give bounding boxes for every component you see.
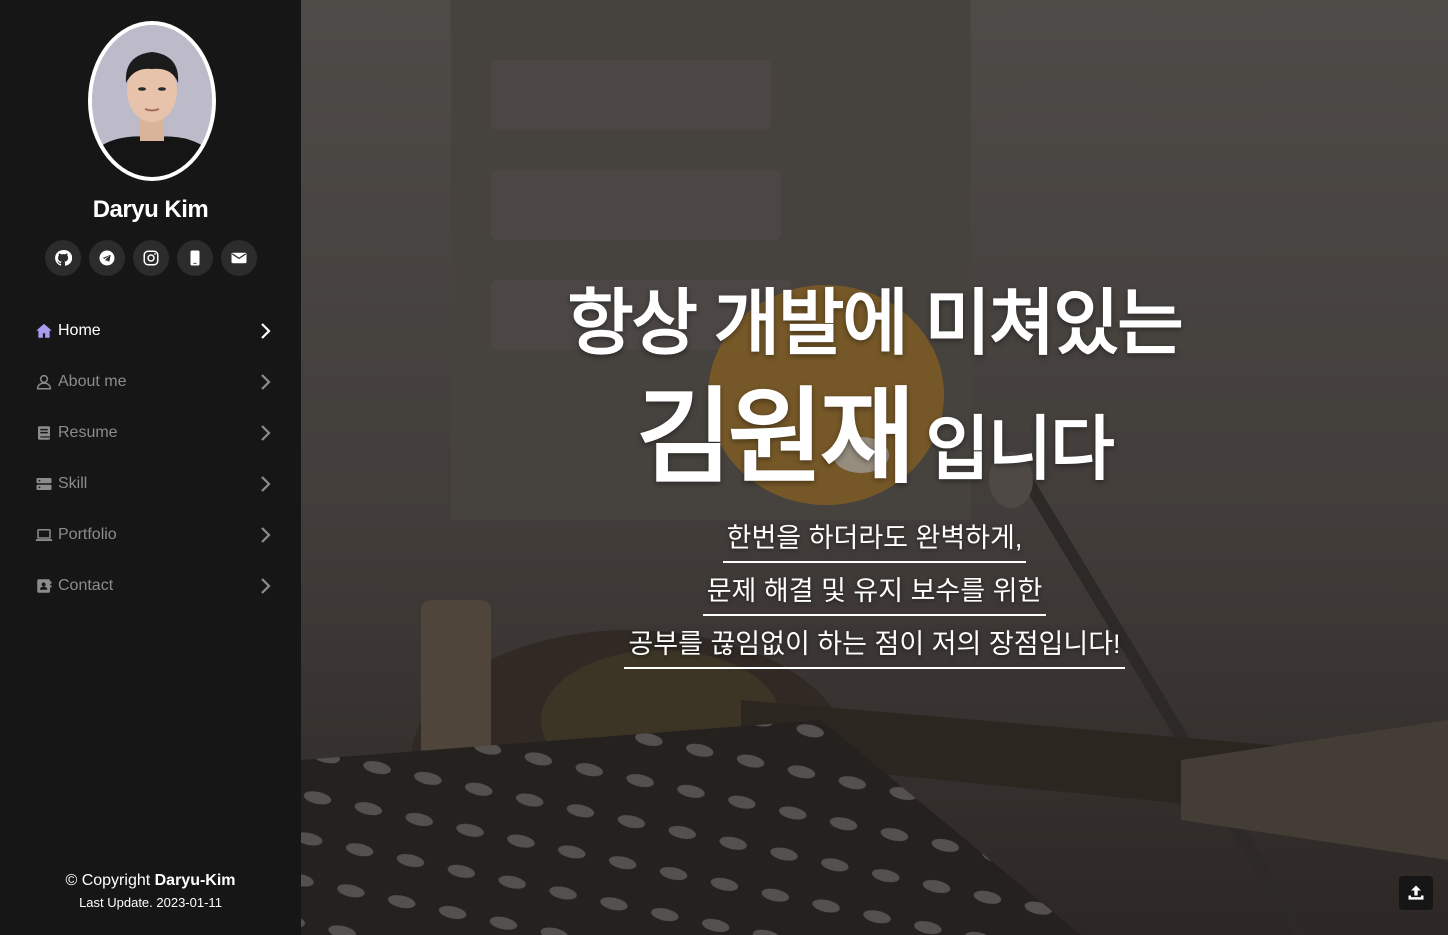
tagline-text-3: 공부를 끊임없이 하는 점이 저의 장점입니다! [624,622,1125,669]
nav-label-skill: Skill [58,474,88,492]
chevron-right-icon [261,374,271,390]
home-icon [35,322,53,340]
last-update: Last Update. 2023-01-11 [79,895,222,910]
mail-icon[interactable] [221,240,257,276]
tagline-text-2: 문제 해결 및 유지 보수를 위한 [702,569,1047,616]
copyright-owner: Daryu-Kim [154,872,236,889]
nav-label-contact: Contact [58,576,114,594]
headline-suffix: 입니다 [925,410,1114,488]
headline-name: 김원재 [636,380,915,496]
github-icon[interactable] [45,240,81,276]
hero-section: 항상 개발에 미쳐있는 김원재 입니다 한번을 하더라도 완벽하게, 문제 해결 … [301,0,1448,935]
chevron-right-icon [261,578,271,594]
nav-item-contact[interactable]: Contact [0,560,301,611]
nav-item-skill[interactable]: Skill [0,458,301,509]
copyright-prefix: © Copyright [65,872,155,889]
upload-arrow-icon [1408,885,1424,900]
headline-line-2: 김원재 입니다 [301,352,1448,503]
chevron-right-icon [261,527,271,543]
server-icon [35,475,53,493]
nav-label-portfolio: Portfolio [58,525,117,543]
nav-label-home: Home [58,321,101,339]
telegram-icon[interactable] [89,240,125,276]
social-links [45,240,257,276]
scroll-to-top-button[interactable] [1399,876,1433,910]
tagline-text-1: 한번을 하더라도 완벽하게, [722,516,1027,563]
phone-icon[interactable] [177,240,213,276]
tagline-1: 한번을 하더라도 완벽하게, [301,516,1448,563]
nav-item-home[interactable]: Home [0,305,301,356]
main-nav: Home About me Resume Skill Portfolio Con… [0,305,301,611]
laptop-icon [35,526,53,544]
instagram-icon[interactable] [133,240,169,276]
contact-icon [35,577,53,595]
nav-item-resume[interactable]: Resume [0,407,301,458]
nav-item-about-me[interactable]: About me [0,356,301,407]
tagline-3: 공부를 끊임없이 하는 점이 저의 장점입니다! [301,622,1448,669]
book-icon [35,424,53,442]
sidebar: Daryu Kim Home About me Resume Skill Por… [0,0,301,935]
tagline-2: 문제 해결 및 유지 보수를 위한 [301,569,1448,616]
chevron-right-icon [261,425,271,441]
chevron-right-icon [261,476,271,492]
nav-label-about-me: About me [58,372,127,390]
copyright: © Copyright Daryu-Kim [0,872,301,890]
avatar [88,21,216,181]
nav-item-portfolio[interactable]: Portfolio [0,509,301,560]
nav-label-resume: Resume [58,423,118,441]
chevron-right-icon [261,323,271,339]
profile-name: Daryu Kim [92,196,209,223]
user-icon [35,373,53,391]
